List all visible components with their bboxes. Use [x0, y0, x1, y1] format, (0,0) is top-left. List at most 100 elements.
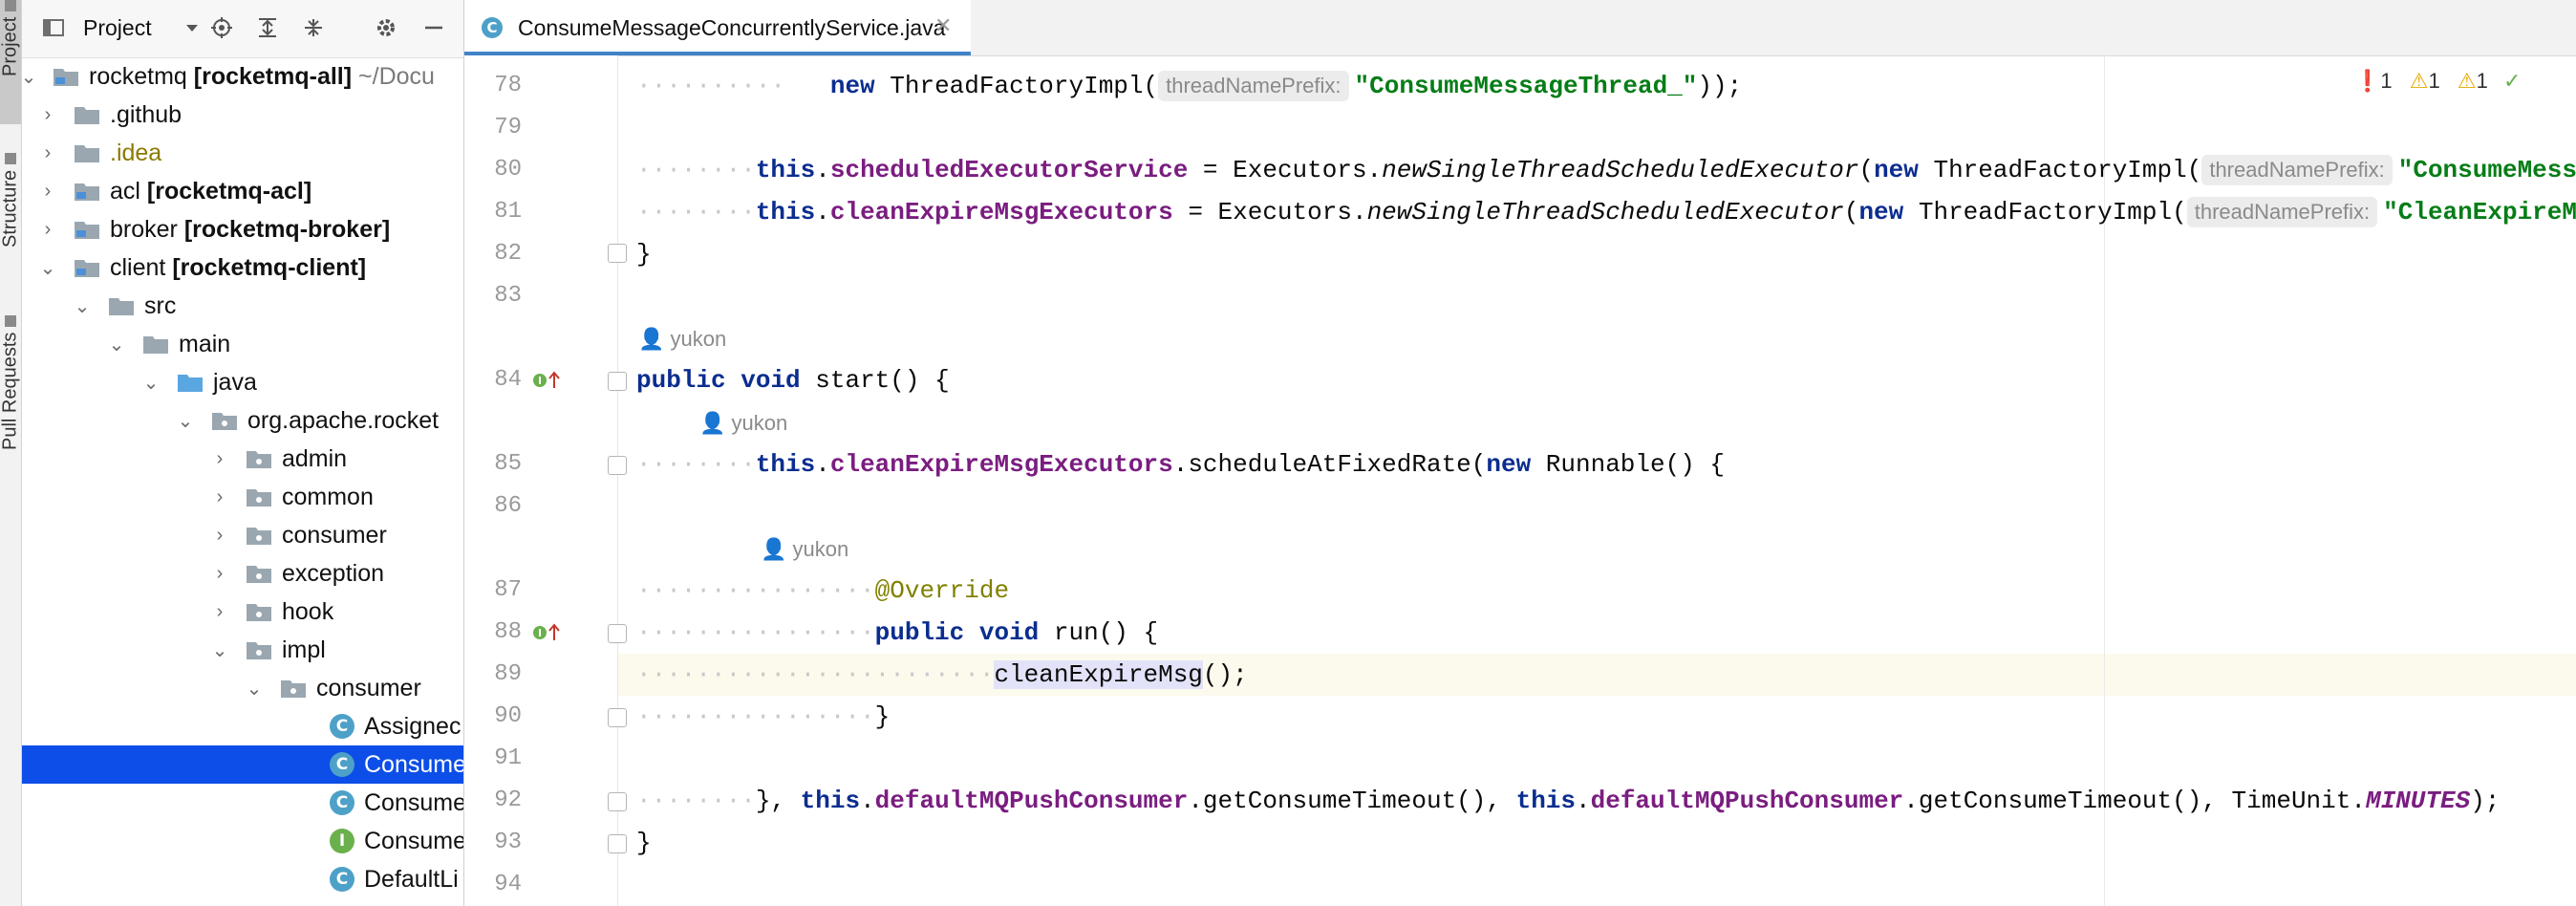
chevron-down-icon[interactable]: ⌄ — [209, 631, 230, 669]
code-line-93[interactable]: } — [636, 822, 652, 864]
chevron-down-icon[interactable]: ⌄ — [106, 325, 127, 363]
editor-tab-active[interactable]: C ConsumeMessageConcurrentlyService.java… — [464, 0, 971, 55]
code-line-80[interactable]: ········this.scheduledExecutorService = … — [636, 149, 2576, 191]
editor-tab-bar: C ConsumeMessageConcurrentlyService.java… — [464, 0, 2576, 56]
code-line-88[interactable]: ················public void run() { — [636, 612, 1158, 654]
chevron-right-icon[interactable]: › — [37, 210, 58, 248]
collapse-all-icon[interactable] — [303, 17, 324, 38]
code-line-85[interactable]: ········this.cleanExpireMsgExecutors.sch… — [636, 443, 1725, 485]
locate-icon[interactable] — [211, 17, 232, 38]
line-number: 89 — [494, 661, 522, 687]
gear-icon[interactable] — [376, 17, 397, 38]
chevron-right-icon[interactable]: › — [209, 516, 230, 554]
close-icon[interactable]: ✕ — [934, 13, 952, 38]
code-keyword: void — [978, 618, 1040, 647]
code-line-89[interactable]: ························cleanExpireMsg()… — [636, 654, 1248, 696]
dropdown-icon[interactable] — [184, 23, 200, 34]
chevron-right-icon[interactable]: › — [209, 478, 230, 516]
tree-row-client[interactable]: ⌄ client [rocketmq-client] — [22, 248, 463, 287]
line-number: 85 — [494, 451, 522, 477]
fold-marker-icon[interactable] — [608, 372, 627, 391]
class-icon: C — [330, 752, 354, 777]
chevron-right-icon[interactable]: › — [209, 554, 230, 593]
chevron-down-icon[interactable]: ⌄ — [244, 669, 265, 707]
code-line-90[interactable]: ················} — [636, 696, 890, 738]
expand-all-icon[interactable] — [257, 17, 278, 38]
code-token: .getConsumeTimeout(), TimeUnit. — [1903, 787, 2366, 815]
chevron-down-icon[interactable]: ⌄ — [22, 57, 39, 96]
minimize-icon[interactable] — [423, 17, 444, 38]
chevron-right-icon[interactable]: › — [37, 96, 58, 134]
implements-method-icon[interactable] — [531, 369, 564, 392]
tree-row-class-5[interactable]: C DefaultLi — [22, 860, 463, 898]
tree-row-rocketmq[interactable]: ⌄ rocketmq [rocketmq-all] ~/Docu — [22, 57, 463, 96]
tree-row-consumer[interactable]: › consumer — [22, 516, 463, 554]
project-view-icon[interactable] — [43, 17, 64, 38]
author-hint[interactable]: 👤 yukon — [638, 327, 726, 352]
tree-row-java[interactable]: ⌄ java — [22, 363, 463, 401]
project-panel: Project ⌄ rocketmq [rocketmq-all] ~/Docu… — [22, 0, 464, 906]
code-line-87[interactable]: ················@Override — [636, 570, 1009, 612]
project-panel-title[interactable]: Project — [83, 15, 152, 41]
tree-row-main[interactable]: ⌄ main — [22, 325, 463, 363]
code-line-82[interactable]: } — [636, 233, 652, 275]
chevron-down-icon[interactable]: ⌄ — [175, 401, 196, 440]
structure-tool-button[interactable]: Structure — [0, 153, 21, 277]
implements-method-icon[interactable] — [531, 621, 564, 644]
author-hint[interactable]: 👤 yukon — [699, 411, 787, 436]
tree-label-idea: .idea — [110, 140, 162, 166]
tree-row-idea[interactable]: › .idea — [22, 134, 463, 172]
tree-row-broker[interactable]: › broker [rocketmq-broker] — [22, 210, 463, 248]
project-panel-header: Project — [22, 0, 463, 58]
tree-label-broker: broker — [110, 216, 178, 243]
code-line-78[interactable]: ·········· new ThreadFactoryImpl(threadN… — [636, 65, 1742, 107]
code-field: cleanExpireMsgExecutors — [829, 450, 1173, 479]
author-hint[interactable]: 👤 yukon — [761, 537, 848, 562]
tree-row-src[interactable]: ⌄ src — [22, 287, 463, 325]
chevron-down-icon[interactable]: ⌄ — [140, 363, 161, 401]
code-line-92[interactable]: ········}, this.defaultMQPushConsumer.ge… — [636, 780, 2500, 822]
tree-row-admin[interactable]: › admin — [22, 440, 463, 478]
inspection-widget[interactable]: ❗1 ⚠1 ⚠1 ✓ — [2354, 69, 2521, 94]
chevron-right-icon[interactable]: › — [37, 172, 58, 210]
editor-tab-label: ConsumeMessageConcurrentlyService.java — [518, 15, 946, 40]
project-stripe-label: Project — [0, 17, 21, 77]
fold-marker-icon[interactable] — [608, 792, 627, 811]
tree-label-class-2: Consume — [364, 751, 464, 778]
tree-row-package[interactable]: ⌄ org.apache.rocket — [22, 401, 463, 440]
fold-marker-icon[interactable] — [608, 456, 627, 475]
chevron-down-icon[interactable]: ⌄ — [37, 248, 58, 287]
tree-row-github[interactable]: › .github — [22, 96, 463, 134]
chevron-right-icon[interactable]: › — [209, 440, 230, 478]
tree-label-impl: impl — [282, 636, 326, 663]
fold-marker-icon[interactable] — [608, 708, 627, 727]
line-number: 90 — [494, 703, 522, 729]
code-line-84[interactable]: public void start() { — [636, 359, 950, 401]
tree-row-class-3[interactable]: C Consume — [22, 784, 463, 822]
module-folder-icon — [54, 69, 78, 86]
chevron-right-icon[interactable]: › — [209, 593, 230, 631]
tree-row-class-2-selected[interactable]: C Consume — [22, 745, 463, 784]
tree-row-exception[interactable]: › exception — [22, 554, 463, 593]
tree-row-impl-consumer[interactable]: ⌄ consumer — [22, 669, 463, 707]
tree-label-rocketmq: rocketmq — [89, 63, 187, 90]
code-line-81[interactable]: ········this.cleanExpireMsgExecutors = E… — [636, 191, 2576, 233]
code-static-method: newSingleThreadScheduledExecutor — [1382, 156, 1859, 184]
code-keyword: void — [741, 366, 801, 395]
tree-row-impl[interactable]: ⌄ impl — [22, 631, 463, 669]
tree-row-class-1[interactable]: C Assignec — [22, 707, 463, 745]
code-keyword: new — [1874, 156, 1919, 184]
fold-marker-icon[interactable] — [608, 834, 627, 853]
tree-row-acl[interactable]: › acl [rocketmq-acl] — [22, 172, 463, 210]
chevron-down-icon[interactable]: ⌄ — [72, 287, 93, 325]
pull-requests-tool-button[interactable]: Pull Requests — [0, 315, 21, 483]
chevron-right-icon[interactable]: › — [37, 134, 58, 172]
tree-label-common: common — [282, 484, 374, 510]
structure-stripe-label: Structure — [0, 170, 21, 248]
tree-row-common[interactable]: › common — [22, 478, 463, 516]
project-tool-button[interactable]: Project — [0, 0, 21, 124]
tree-row-interface-4[interactable]: I Consume — [22, 822, 463, 860]
tree-row-hook[interactable]: › hook — [22, 593, 463, 631]
fold-marker-icon[interactable] — [608, 624, 627, 643]
fold-marker-icon[interactable] — [608, 244, 627, 263]
